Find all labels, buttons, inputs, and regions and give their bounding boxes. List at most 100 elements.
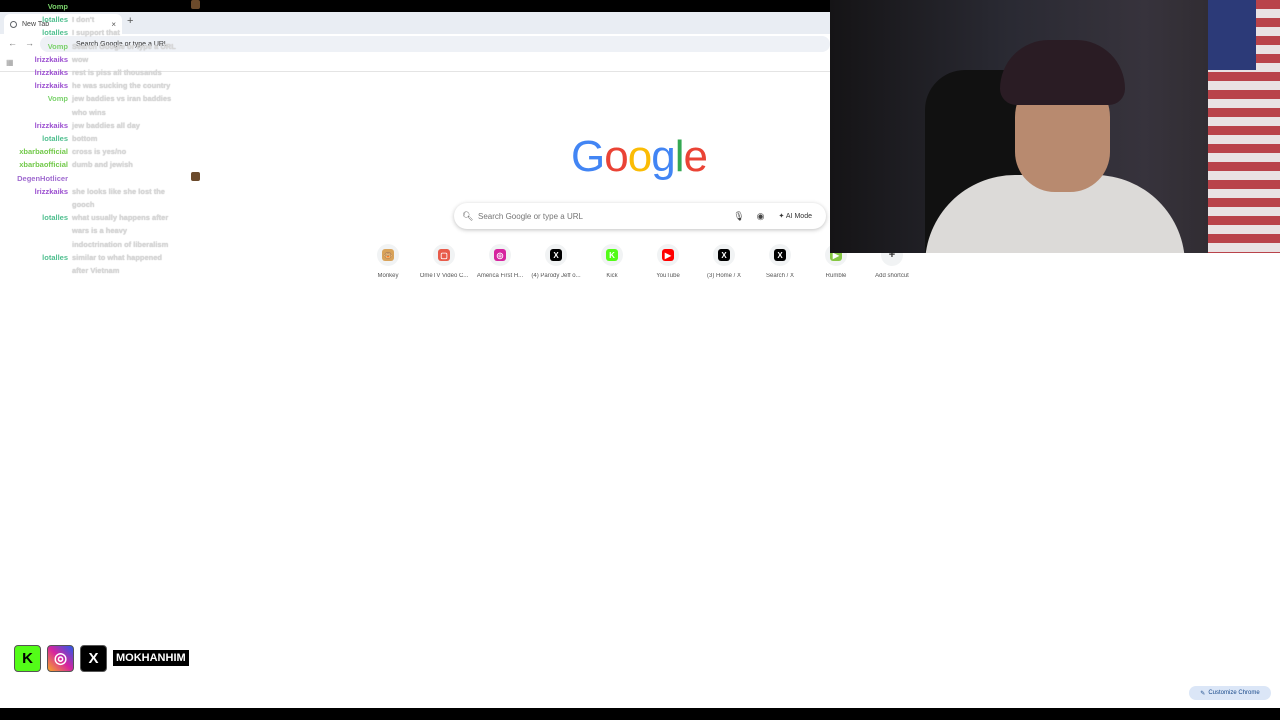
- chat-message: lotalles bottom: [0, 132, 200, 145]
- chat-text: dumb and jewish: [72, 160, 133, 170]
- chat-message: lotalles I support that: [0, 26, 200, 39]
- customize-chrome-button[interactable]: ✎ Customize Chrome: [1189, 686, 1271, 700]
- chat-message: gooch: [0, 198, 200, 211]
- social-handle: MOKHANHIM: [113, 650, 189, 666]
- chat-username: lotalles: [42, 15, 68, 25]
- chat-message: wars is a heavy: [0, 224, 200, 237]
- microphone-icon[interactable]: 🎙︎: [733, 211, 744, 222]
- ai-mode-icon: ✦: [778, 213, 785, 220]
- shortcut-icon: 🐵: [382, 249, 394, 261]
- chat-username: lrizzkaiks: [34, 81, 68, 91]
- chat-username: Vomp: [47, 41, 68, 51]
- shortcut-label: (4) Parody Jeff o...: [531, 273, 581, 279]
- shortcut-label: Kick: [606, 273, 618, 279]
- chat-message: lrizzkaiks he was sucking the country: [0, 79, 200, 92]
- kick-icon: K: [14, 644, 41, 672]
- chat-message: Vomp: [0, 0, 200, 13]
- shortcut-icon: X: [550, 249, 562, 261]
- chat-message: lrizzkaiks she looks like she lost the: [0, 185, 200, 198]
- chat-username: lrizzkaiks: [34, 120, 68, 130]
- chat-username: lotalles: [42, 213, 68, 223]
- webcam-feed: [830, 0, 1280, 253]
- chat-message: DegenHotlicer: [0, 171, 200, 185]
- shortcut-tile[interactable]: ◎ America First H...: [472, 244, 528, 279]
- chat-username: Vomp: [47, 94, 68, 104]
- chat-message: who wins: [0, 106, 200, 119]
- chat-message: xbarbaofficial cross is yes/no: [0, 145, 200, 158]
- chat-text: gooch: [72, 200, 95, 209]
- shortcut-tile[interactable]: X Search / X: [752, 244, 808, 279]
- google-search-box[interactable]: 🔍︎ 🎙︎ ◉ ✦ AI Mode: [454, 203, 826, 229]
- pencil-icon: ✎: [1200, 690, 1206, 697]
- shortcut-label: (3) Home / X: [706, 273, 741, 279]
- customize-chrome-label: Customize Chrome: [1208, 690, 1260, 696]
- streamer-hair: [1000, 40, 1125, 105]
- chat-text: [72, 172, 191, 185]
- chat-message: Vomp Search Google or type a URL: [0, 40, 200, 53]
- chat-message: lrizzkaiks rest is piss all thousands: [0, 66, 200, 79]
- shortcut-bubble: ◎: [489, 244, 511, 266]
- chat-username: [0, 264, 72, 277]
- chat-text: similar to what happened: [72, 252, 163, 262]
- chat-text: she looks like she lost the: [72, 186, 165, 196]
- shortcut-icon: ◎: [494, 249, 506, 261]
- shortcut-label: Search / X: [765, 273, 794, 279]
- shortcut-tile[interactable]: ▢ OmeTV Video C...: [416, 244, 472, 279]
- google-logo-letter: e: [683, 132, 708, 181]
- shortcut-label: OmeTV Video C...: [419, 273, 469, 279]
- x-icon: X: [80, 644, 107, 672]
- google-logo-letter: o: [604, 132, 629, 181]
- chat-username: lrizzkaiks: [34, 186, 68, 196]
- search-icon: 🔍︎: [462, 210, 474, 221]
- shortcut-bubble: X: [713, 244, 735, 266]
- shortcut-bubble: ▢: [433, 244, 455, 266]
- shortcut-icon: X: [718, 249, 730, 261]
- shortcut-bubble: K: [601, 244, 623, 266]
- chat-text: jew baddies all day: [72, 120, 140, 130]
- chat-username: lrizzkaiks: [34, 68, 68, 77]
- chat-message: lrizzkaiks wow: [0, 53, 200, 66]
- chat-message: lotalles I don't: [0, 13, 200, 26]
- google-logo-text: Google: [571, 132, 708, 181]
- shortcut-tile[interactable]: 🐵 Monkey: [360, 244, 416, 279]
- chat-text: who wins: [72, 107, 106, 117]
- lens-icon[interactable]: ◉: [757, 211, 765, 222]
- google-logo: Google: [571, 132, 711, 182]
- chat-text: wars is a heavy: [72, 226, 128, 236]
- search-input[interactable]: [478, 211, 734, 221]
- chat-message: xbarbaofficial dumb and jewish: [0, 158, 200, 171]
- chat-username: xbarbaofficial: [19, 147, 68, 157]
- shortcut-tile[interactable]: X (3) Home / X: [696, 244, 752, 279]
- chat-text: he was sucking the country: [72, 81, 171, 91]
- chat-text: Search Google or type a URL: [72, 41, 176, 51]
- shortcut-tile[interactable]: ▶ YouTube: [640, 244, 696, 279]
- shortcut-label: Monkey: [377, 273, 399, 279]
- flag-stars: [1208, 0, 1256, 70]
- chat-username: [0, 106, 72, 119]
- shortcut-tile[interactable]: X (4) Parody Jeff o...: [528, 244, 584, 279]
- ai-mode-button[interactable]: ✦ AI Mode: [772, 210, 818, 222]
- shortcut-label: America First H...: [476, 273, 524, 279]
- chat-emote-icon: [191, 0, 200, 9]
- chat-username: [0, 224, 72, 237]
- chat-username: xbarbaofficial: [19, 160, 68, 170]
- chat-message: lotalles what usually happens after: [0, 211, 200, 224]
- chat-username: lotalles: [42, 28, 68, 38]
- shortcut-tile[interactable]: K Kick: [584, 244, 640, 279]
- chat-message: Vomp jew baddies vs iran baddies: [0, 92, 200, 105]
- chat-message: after Vietnam: [0, 264, 200, 277]
- shortcut-icon: ▢: [438, 249, 450, 261]
- chat-message: lotalles similar to what happened: [0, 251, 200, 264]
- chat-text: I support that: [72, 28, 120, 38]
- bottom-black-bar: [0, 708, 1280, 720]
- chat-emote-icon: [191, 171, 200, 181]
- shortcut-bubble: ▶: [657, 244, 679, 266]
- shortcut-icon: X: [774, 249, 786, 261]
- chat-username: lotalles: [42, 252, 68, 262]
- stream-frame: New Tab × + ← → Search Google or type a …: [0, 0, 1280, 720]
- chat-text: wow: [72, 54, 89, 64]
- shortcut-bubble: X: [769, 244, 791, 266]
- chat-username: lrizzkaiks: [34, 54, 68, 64]
- google-logo-letter: o: [627, 132, 653, 181]
- chat-message: lrizzkaiks jew baddies all day: [0, 119, 200, 132]
